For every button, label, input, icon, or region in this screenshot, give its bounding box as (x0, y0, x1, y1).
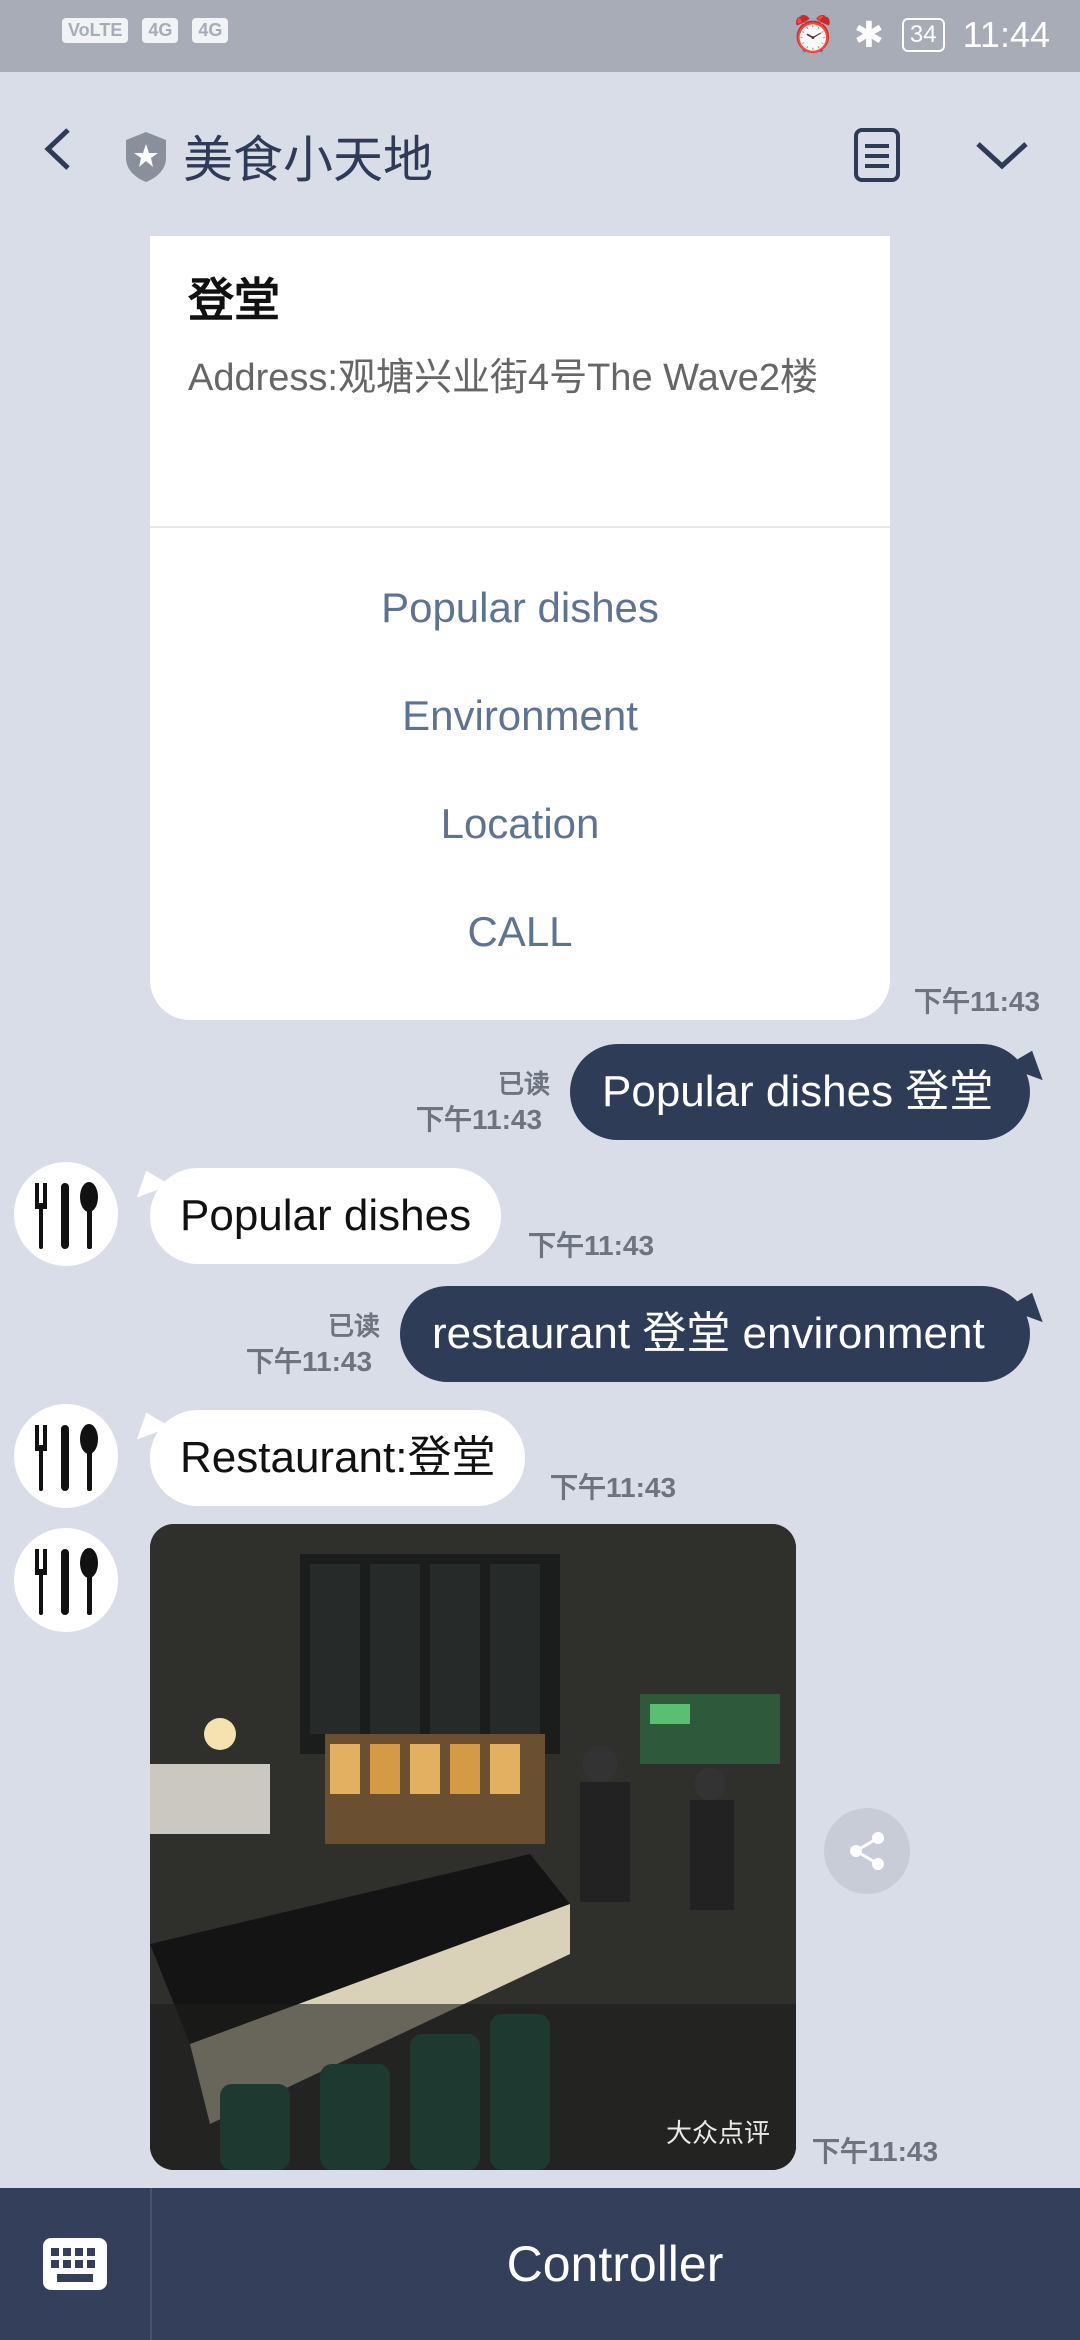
cutlery-icon (35, 1424, 98, 1491)
restaurant-photo[interactable]: 大众点评 (150, 1524, 796, 2170)
restaurant-photo-image (150, 1524, 796, 2170)
incoming-message: Popular dishes (150, 1168, 502, 1264)
message-timestamp: 下午11:43 (246, 1346, 373, 1377)
bottom-bar: Controller (0, 2188, 1080, 2340)
read-receipt: 已读 (497, 1069, 550, 1099)
cutlery-icon (35, 1548, 98, 1615)
share-icon (850, 1832, 884, 1870)
keyboard-icon (43, 2238, 107, 2290)
battery-icon: 34 (901, 18, 945, 52)
status-right: ⏰ ✱ 34 11:44 (791, 14, 1050, 56)
popular-dishes-button[interactable]: Popular dishes (150, 584, 890, 632)
photo-watermark: 大众点评 (665, 2118, 770, 2148)
outgoing-message: restaurant 登堂 environment (400, 1286, 1030, 1382)
message-timestamp: 下午11:43 (550, 1472, 677, 1503)
read-receipt: 已读 (327, 1311, 380, 1341)
bot-avatar (14, 1404, 118, 1508)
share-button[interactable] (824, 1808, 910, 1894)
card-divider (150, 526, 890, 528)
chevron-down-icon[interactable] (972, 130, 1032, 180)
message-timestamp: 下午11:43 (416, 1104, 543, 1135)
back-icon[interactable] (36, 124, 86, 174)
notes-icon[interactable] (848, 126, 906, 184)
bluetooth-icon: ✱ (853, 14, 884, 55)
chat-title: 美食小天地 (183, 132, 433, 188)
signal-icon-2: 4G (192, 18, 229, 43)
outgoing-message: Popular dishes 登堂 (570, 1044, 1030, 1140)
bot-avatar (14, 1528, 118, 1632)
shield-icon (126, 132, 166, 182)
call-button[interactable]: CALL (150, 908, 890, 956)
card-address: Address:观塘兴业街4号The Wave2楼 (188, 357, 818, 399)
incoming-message: Restaurant:登堂 (150, 1410, 526, 1506)
volte-icon: VoLTE (62, 18, 129, 43)
restaurant-card: 登堂 Address:观塘兴业街4号The Wave2楼 Popular dis… (150, 236, 890, 1020)
card-timestamp: 下午11:43 (914, 986, 1041, 1017)
card-title: 登堂 (188, 274, 280, 326)
message-timestamp: 下午11:43 (528, 1230, 655, 1261)
environment-button[interactable]: Environment (150, 692, 890, 740)
chat-header: 美食小天地 (0, 72, 1080, 242)
keyboard-button[interactable] (0, 2188, 152, 2340)
signal-icon: 4G (142, 18, 179, 43)
status-bar: VoLTE 4G 4G ⏰ ✱ 34 11:44 (0, 0, 1080, 72)
status-time: 11:44 (962, 14, 1050, 55)
cutlery-icon (35, 1182, 98, 1249)
location-button[interactable]: Location (150, 800, 890, 848)
message-timestamp: 下午11:43 (812, 2136, 939, 2167)
alarm-icon: ⏰ (790, 14, 836, 55)
status-indicators: VoLTE 4G 4G (62, 18, 229, 43)
controller-button[interactable]: Controller (150, 2188, 1080, 2340)
bot-avatar (14, 1162, 118, 1266)
